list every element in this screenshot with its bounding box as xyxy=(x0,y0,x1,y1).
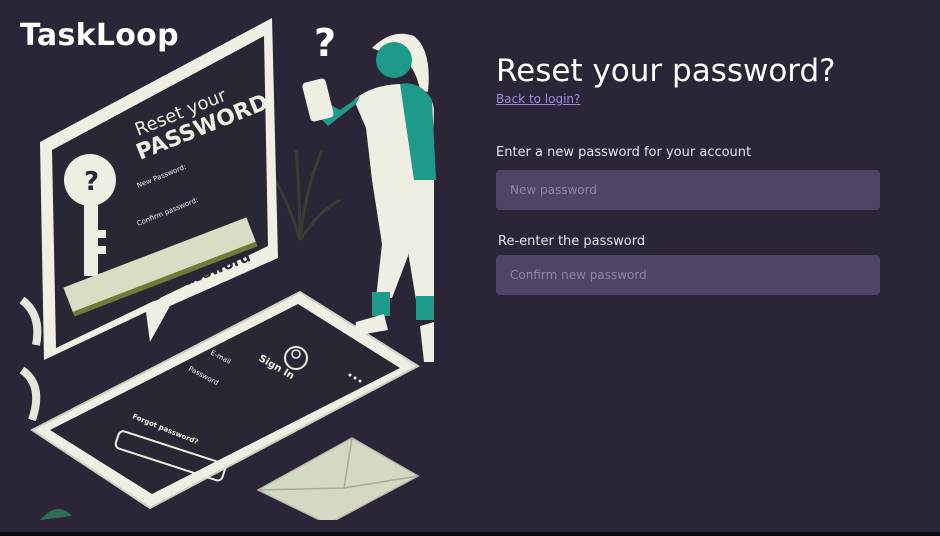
small-leaf xyxy=(40,508,72,520)
decorative-rings xyxy=(19,296,42,422)
new-password-input[interactable] xyxy=(496,170,880,210)
page-title: Reset your password? xyxy=(496,53,836,89)
confirm-password-label: Re-enter the password xyxy=(498,234,646,249)
reset-card-illustration: ? xyxy=(40,18,278,360)
key-question-mark: ? xyxy=(84,167,99,197)
reset-password-illustration: E-mail Password Sign In Forgot password? xyxy=(0,0,440,520)
reset-password-page: E-mail Password Sign In Forgot password? xyxy=(0,0,940,532)
question-mark-icon: ? xyxy=(314,21,336,65)
brand-logo: TaskLoop xyxy=(20,18,179,53)
envelope-icon xyxy=(256,437,420,520)
new-password-label: Enter a new password for your account xyxy=(496,145,752,160)
back-to-login-link[interactable]: Back to login? xyxy=(496,92,580,106)
bottom-edge-bar xyxy=(0,532,940,536)
reset-password-form: Reset your password? Back to login? Ente… xyxy=(496,52,886,295)
confirm-password-input[interactable] xyxy=(496,255,880,295)
